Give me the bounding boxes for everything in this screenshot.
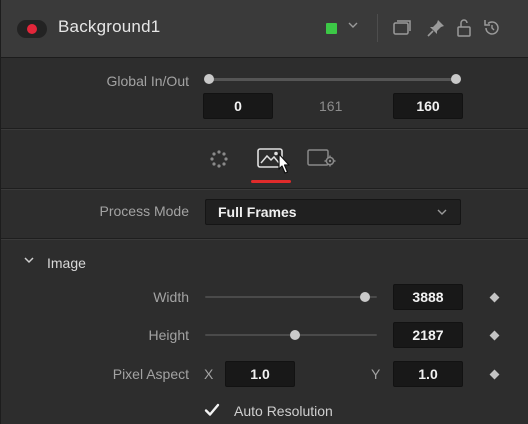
tool-header: Background1 bbox=[1, 0, 528, 58]
global-in-handle[interactable] bbox=[204, 74, 214, 84]
inspector-tabs bbox=[1, 130, 528, 186]
width-keyframe-icon[interactable] bbox=[489, 292, 500, 303]
chevron-down-icon bbox=[23, 254, 35, 269]
image-section-title: Image bbox=[47, 255, 86, 271]
mouse-cursor-icon bbox=[273, 152, 293, 180]
width-slider-handle[interactable] bbox=[360, 292, 370, 302]
pixel-aspect-keyframe-icon[interactable] bbox=[489, 369, 500, 380]
dotted-circle-icon bbox=[210, 150, 228, 168]
process-mode-select[interactable]: Full Frames bbox=[205, 199, 461, 225]
global-in-field[interactable]: 0 bbox=[203, 93, 273, 119]
frame-gear-icon bbox=[307, 149, 336, 167]
global-out-field[interactable]: 160 bbox=[393, 93, 463, 119]
global-out-handle[interactable] bbox=[451, 74, 461, 84]
header-divider bbox=[377, 14, 378, 42]
tool-title: Background1 bbox=[58, 17, 161, 36]
process-mode-value: Full Frames bbox=[218, 204, 297, 220]
pixel-aspect-x-field[interactable]: 1.0 bbox=[225, 361, 295, 387]
color-tag-swatch[interactable] bbox=[326, 23, 337, 34]
enabled-indicator bbox=[27, 24, 37, 34]
height-slider-handle[interactable] bbox=[290, 330, 300, 340]
settings-tab[interactable] bbox=[305, 144, 339, 174]
chevron-down-icon bbox=[436, 206, 448, 221]
reset-icon[interactable] bbox=[481, 17, 503, 39]
global-duration-value: 161 bbox=[319, 98, 343, 114]
height-field[interactable]: 2187 bbox=[393, 322, 463, 348]
pin-icon[interactable] bbox=[425, 17, 447, 39]
pixel-aspect-x-label: X bbox=[204, 366, 214, 382]
lock-icon[interactable] bbox=[453, 17, 475, 39]
chevron-down-icon[interactable] bbox=[347, 19, 359, 34]
width-label: Width bbox=[153, 289, 189, 305]
pixel-aspect-y-label: Y bbox=[371, 366, 381, 382]
process-mode-label: Process Mode bbox=[99, 203, 189, 219]
height-label: Height bbox=[148, 327, 189, 343]
checkmark-icon bbox=[204, 403, 220, 416]
image-section-header[interactable]: Image bbox=[1, 240, 528, 284]
pixel-aspect-label: Pixel Aspect bbox=[112, 366, 189, 382]
tool-enable-toggle[interactable] bbox=[17, 20, 47, 38]
inspector-panel: Background1 Global In/Out 0 161 160 Proc… bbox=[0, 0, 528, 424]
auto-resolution-label: Auto Resolution bbox=[234, 403, 333, 419]
width-field[interactable]: 3888 bbox=[393, 284, 463, 310]
auto-resolution-checkbox[interactable] bbox=[203, 401, 221, 419]
pixel-aspect-y-field[interactable]: 1.0 bbox=[393, 361, 463, 387]
global-range-track[interactable] bbox=[209, 78, 459, 81]
global-in-out-label: Global In/Out bbox=[106, 73, 190, 89]
minimize-icon[interactable] bbox=[391, 17, 413, 39]
active-tab-indicator bbox=[251, 180, 291, 183]
width-slider-track[interactable] bbox=[205, 296, 377, 298]
section-divider-highlight bbox=[1, 189, 528, 190]
global-in-out-section: Global In/Out 0 161 160 bbox=[1, 58, 528, 122]
controls-tab[interactable] bbox=[202, 144, 236, 174]
height-keyframe-icon[interactable] bbox=[489, 330, 500, 341]
